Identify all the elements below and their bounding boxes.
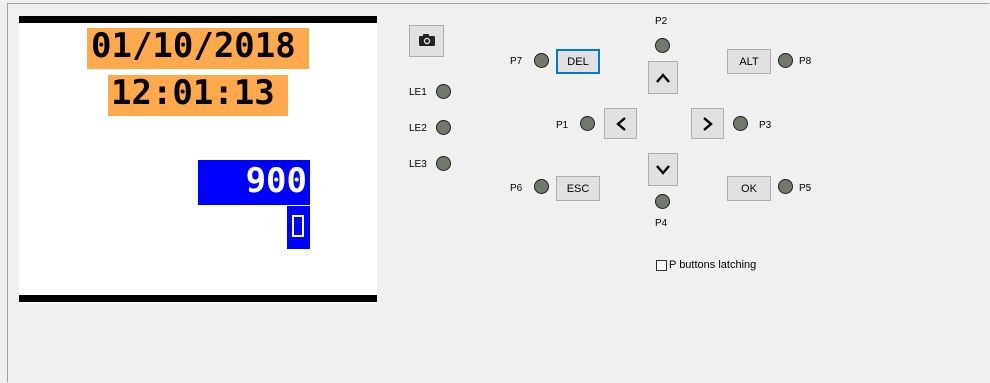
p3-led[interactable] — [733, 116, 748, 131]
lcd-top-bar — [19, 16, 377, 23]
lcd-date: 01/10/2018 — [87, 28, 309, 69]
lcd-value: 900 — [198, 160, 310, 205]
le1-label: LE1 — [409, 87, 427, 98]
latching-checkbox-label: P buttons latching — [669, 259, 757, 271]
latching-checkbox-box[interactable] — [656, 259, 667, 271]
down-button[interactable] — [648, 153, 678, 186]
p4-led[interactable] — [655, 194, 670, 209]
lcd-time: 12:01:13 — [108, 75, 288, 116]
p6-label: P6 — [510, 183, 523, 194]
p8-label: P8 — [799, 56, 812, 67]
le1-led — [436, 84, 451, 99]
p2-led[interactable] — [655, 38, 670, 53]
le3-led — [436, 156, 451, 171]
p6-led[interactable] — [534, 179, 549, 194]
le2-led — [436, 120, 451, 135]
esc-button[interactable]: ESC — [556, 176, 600, 201]
le3-label: LE3 — [409, 159, 427, 170]
alt-button[interactable]: ALT — [727, 49, 771, 74]
lcd-display: 01/10/2018 12:01:13 900 — [19, 16, 377, 304]
p7-label: P7 — [510, 56, 523, 67]
p1-led[interactable] — [580, 116, 595, 131]
p8-led[interactable] — [778, 53, 793, 68]
lcd-cursor — [287, 206, 310, 249]
chevron-left-icon — [615, 116, 627, 132]
p3-label: P3 — [759, 120, 772, 131]
camera-icon — [418, 33, 436, 50]
p5-led[interactable] — [778, 179, 793, 194]
p4-label: P4 — [655, 218, 668, 229]
p1-label: P1 — [556, 120, 569, 131]
ok-button[interactable]: OK — [727, 176, 771, 201]
del-button[interactable]: DEL — [556, 49, 600, 74]
lcd-bottom-bar — [19, 295, 377, 302]
p2-label: P2 — [655, 16, 668, 27]
chevron-up-icon — [655, 72, 671, 84]
right-button[interactable] — [691, 108, 724, 139]
chevron-down-icon — [655, 164, 671, 176]
screenshot-button[interactable] — [409, 25, 444, 57]
latching-checkbox[interactable]: P buttons latching — [656, 259, 756, 271]
p7-led[interactable] — [534, 53, 549, 68]
chevron-right-icon — [702, 116, 714, 132]
p5-label: P5 — [799, 183, 812, 194]
left-button[interactable] — [604, 108, 637, 139]
lcd-cursor-box — [292, 215, 304, 237]
up-button[interactable] — [648, 61, 678, 94]
le2-label: LE2 — [409, 123, 427, 134]
